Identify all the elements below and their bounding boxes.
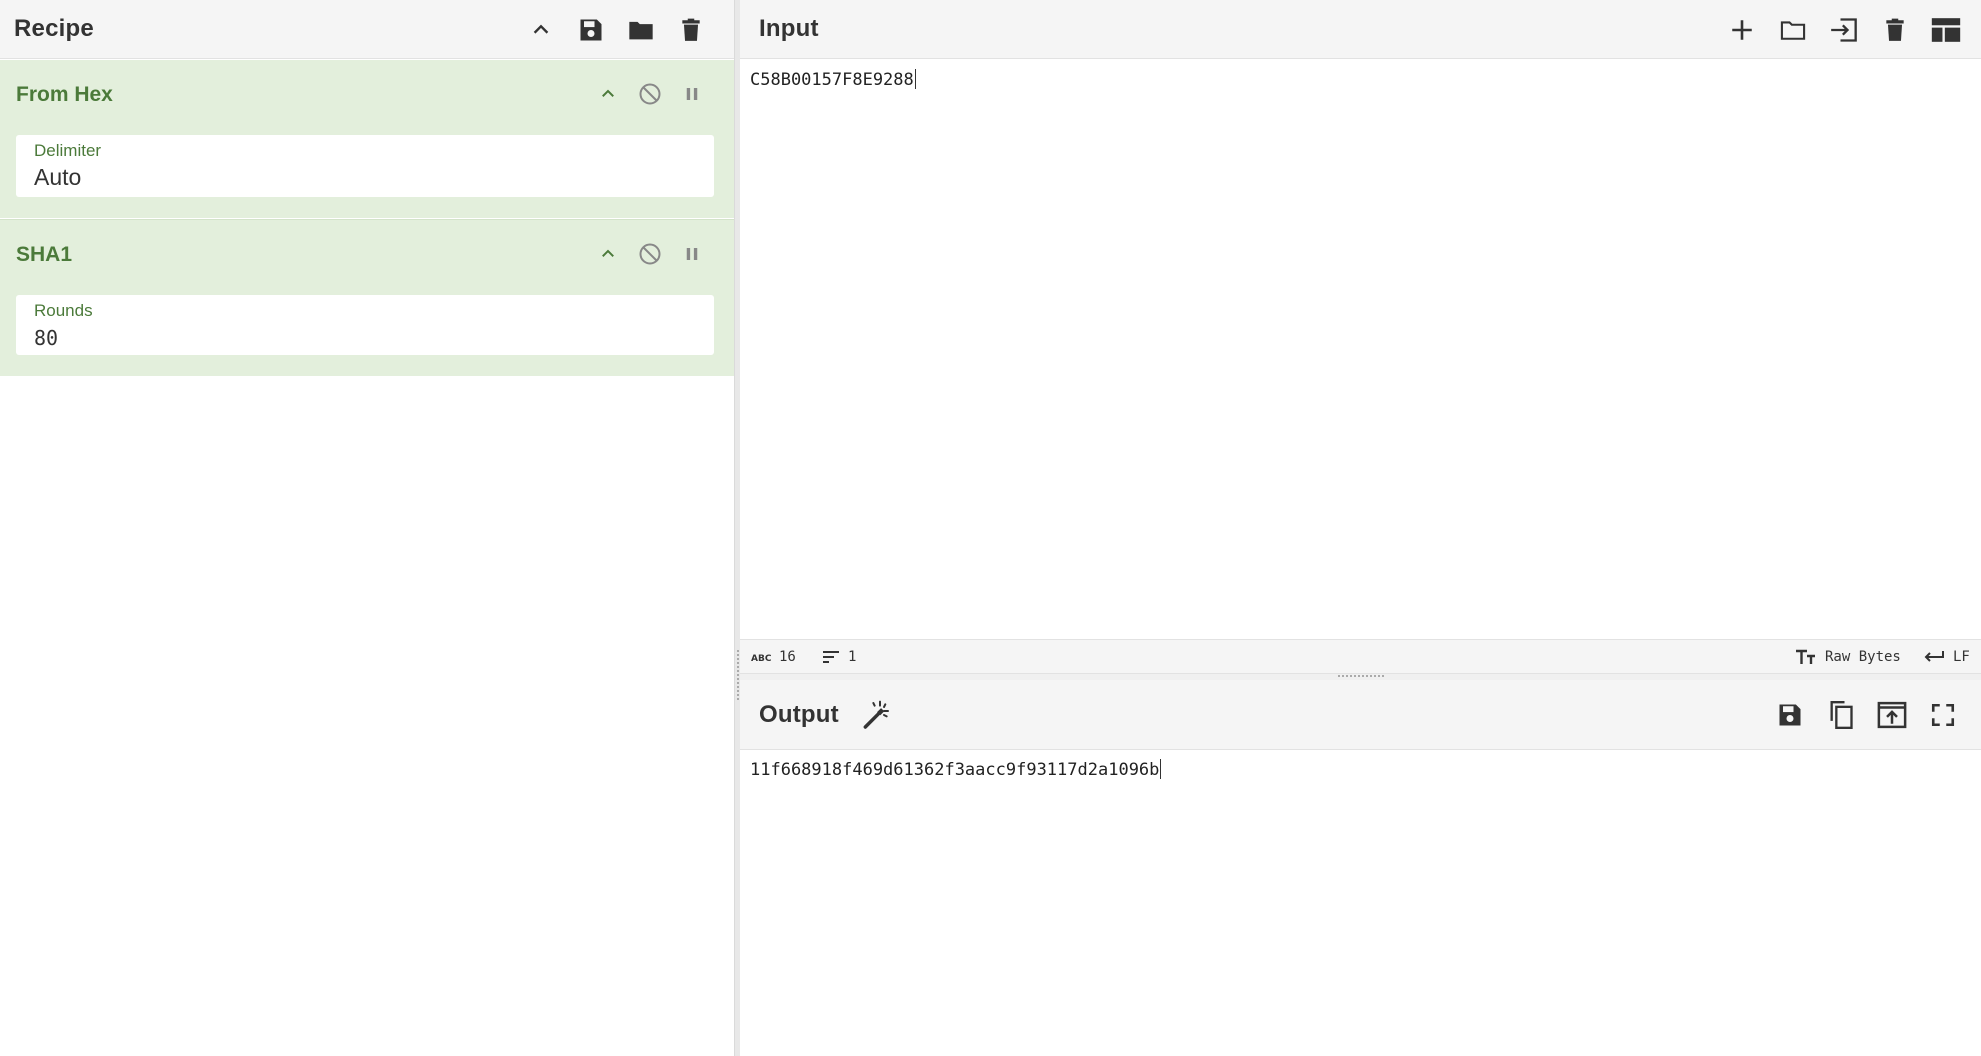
text-size-icon	[1796, 649, 1815, 664]
operation-controls	[587, 76, 713, 112]
input-text-area[interactable]: C58B00157F8E9288	[750, 69, 916, 90]
input-title: Input	[759, 15, 819, 42]
disable-operation-button[interactable]	[629, 76, 671, 112]
input-text: C58B00157F8E9288	[750, 70, 914, 90]
add-tab-button[interactable]	[1722, 10, 1762, 50]
plus-icon	[1732, 19, 1752, 40]
output-text-area[interactable]: 11f668918f469d61362f3aacc9f93117d2a1096b	[750, 759, 1162, 780]
abc-icon: ABC	[751, 654, 771, 663]
lines-value: 1	[848, 648, 857, 665]
lines-icon	[823, 650, 839, 663]
delimiter-field[interactable]: Delimiter Auto	[16, 135, 714, 197]
text-cursor	[1160, 759, 1162, 779]
collapse-operation-button[interactable]	[587, 76, 629, 112]
recipe-operation-sha1[interactable]: SHA1 Rounds 80	[0, 219, 734, 376]
pause-icon	[686, 248, 698, 260]
input-status-bar: ABC 16 1 Raw Bytes LF	[740, 639, 1981, 674]
reset-layout-button[interactable]	[1926, 10, 1966, 50]
open-file-button[interactable]	[1824, 10, 1864, 50]
chevron-up-icon	[533, 24, 549, 34]
fullscreen-icon	[1931, 703, 1955, 727]
eol-value: LF	[1953, 648, 1970, 665]
folder-icon	[629, 21, 653, 39]
rounds-value[interactable]: 80	[34, 326, 58, 350]
recipe-title: Recipe	[14, 15, 94, 42]
save-output-button[interactable]	[1770, 695, 1810, 735]
clear-recipe-button[interactable]	[671, 10, 711, 50]
collapse-operation-button[interactable]	[587, 236, 629, 272]
clear-input-button[interactable]	[1875, 10, 1915, 50]
folder-open-icon	[1780, 20, 1806, 40]
save-recipe-button[interactable]	[571, 10, 611, 50]
lines-stat: 1	[822, 640, 856, 673]
pause-icon	[686, 88, 698, 100]
layout-icon	[1931, 17, 1961, 42]
delimiter-label: Delimiter	[34, 141, 102, 160]
text-cursor	[914, 69, 916, 89]
output-title: Output	[759, 700, 839, 728]
recipe-operation-from-hex[interactable]: From Hex Delimiter Auto	[0, 60, 734, 218]
operation-title: SHA1	[16, 243, 73, 266]
copy-icon	[1830, 701, 1853, 729]
breakpoint-button[interactable]	[671, 76, 713, 112]
operation-title: From Hex	[16, 83, 113, 106]
open-folder-button[interactable]	[1773, 10, 1813, 50]
save-icon	[580, 19, 602, 40]
save-icon	[1779, 704, 1801, 726]
sign-in-icon	[1831, 17, 1857, 42]
replace-input-icon	[1877, 701, 1907, 729]
output-pane: Output 11f668918f469d61362f3aacc9f93117d…	[740, 680, 1981, 1056]
encoding-value: Raw Bytes	[1825, 648, 1901, 665]
magic-button[interactable]	[856, 695, 896, 735]
recipe-toolbar	[521, 0, 711, 59]
replace-input-button[interactable]	[1872, 695, 1912, 735]
rounds-label: Rounds	[34, 301, 93, 320]
trash-icon	[682, 18, 700, 41]
maximise-output-button[interactable]	[1923, 695, 1963, 735]
operation-controls	[587, 236, 713, 272]
disable-icon	[639, 83, 661, 105]
load-recipe-button[interactable]	[621, 10, 661, 50]
output-text: 11f668918f469d61362f3aacc9f93117d2a1096b	[750, 760, 1160, 780]
chevron-up-icon	[602, 249, 614, 257]
rounds-field[interactable]: Rounds 80	[16, 295, 714, 355]
svg-text:ABC: ABC	[751, 654, 771, 663]
recipe-pane: Recipe From Hex Delimiter Auto SHA1 Roun…	[0, 0, 734, 1056]
delimiter-value[interactable]: Auto	[34, 164, 81, 191]
eol-selector[interactable]: LF	[1923, 640, 1970, 673]
input-pane: Input C58B00157F8E9288 ABC 16 1 Raw Byte…	[740, 0, 1981, 674]
disable-icon	[639, 243, 661, 265]
disable-operation-button[interactable]	[629, 236, 671, 272]
copy-output-button[interactable]	[1821, 695, 1861, 735]
magic-wand-icon	[863, 700, 889, 729]
return-icon	[1924, 650, 1944, 662]
input-toolbar	[1722, 0, 1966, 59]
breakpoint-button[interactable]	[671, 236, 713, 272]
length-value: 16	[779, 648, 796, 665]
output-toolbar	[1770, 680, 1963, 750]
length-stat: ABC 16	[751, 640, 796, 673]
collapse-all-button[interactable]	[521, 10, 561, 50]
encoding-selector[interactable]: Raw Bytes	[1795, 640, 1901, 673]
trash-icon	[1886, 18, 1904, 41]
chevron-up-icon	[602, 89, 614, 97]
